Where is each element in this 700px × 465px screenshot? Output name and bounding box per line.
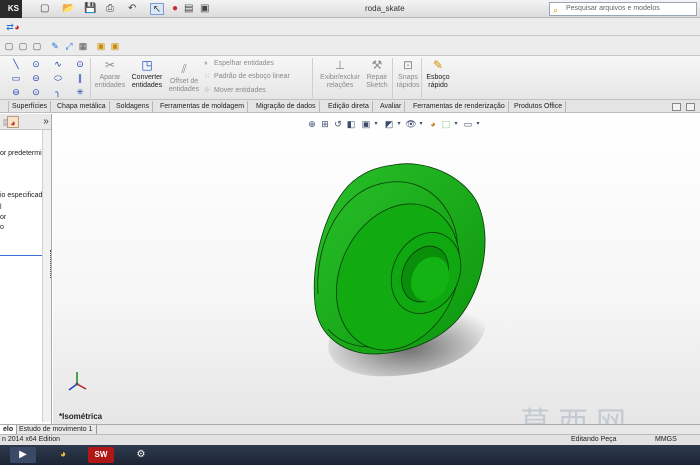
circle-icon[interactable]: ⊙ [30, 59, 42, 69]
document-title: roda_skate [365, 4, 405, 13]
offset-icon: ⫽ [181, 62, 187, 76]
tab-hidden-left[interactable] [0, 101, 9, 113]
close-window-button[interactable] [686, 103, 695, 111]
tool-icon-6[interactable]: ▦ [77, 40, 89, 52]
os-taskbar: ▶ ◕ SW ⚙ [0, 445, 700, 465]
sketch-icon[interactable]: ✎ [49, 40, 61, 52]
panel-more-tabs[interactable]: » [40, 116, 52, 128]
rapid-sketch-icon: ✎ [432, 58, 444, 72]
display-relations-button[interactable]: ⊥ Exibir/excluir relações [316, 58, 364, 90]
tab-data-migration[interactable]: Migração de dados [253, 101, 320, 113]
trim-entities-button[interactable]: ✂ Aparar entidades [92, 58, 128, 90]
slot-icon[interactable]: ⊖ [10, 87, 22, 97]
snaps-icon: ⊡ [402, 58, 414, 72]
status-mode: Editando Peça [571, 436, 617, 443]
status-edition: n 2014 x64 Edition [2, 436, 60, 443]
feature-manager-panel: ▤ ◕ » or predetermina io especificado> l… [0, 114, 52, 424]
rebuild-traffic-light-icon[interactable]: ● [172, 3, 178, 15]
graphics-area[interactable]: ⊕ ⊞ ↺ ◧ ▣ ▾ ◩ ▾ 👁 ▾ ◕ ⬚ ▾ ▭ ▾ *Isométric… [53, 114, 700, 424]
tool-icon-8[interactable]: ▣ [109, 40, 121, 52]
restore-window-button[interactable] [672, 103, 681, 111]
tertiary-toolbar: ▢ ▢ ▢ ✎ ⤢ ▦ ▣ ▣ [0, 36, 700, 56]
move-entities-button[interactable]: ⊹ Mover entidades [204, 86, 266, 96]
point-icon[interactable]: ⊙ [74, 59, 86, 69]
text-icon[interactable]: ✳ [74, 87, 86, 97]
chrome-style-icon[interactable]: ◕ [11, 21, 23, 33]
arc-icon[interactable]: ⊝ [30, 73, 42, 83]
tool-icon-3[interactable]: ▢ [31, 40, 43, 52]
title-bar: KS ▢ 📂 💾 ⎙ ↶ ↖ ● ▤ ▣ roda_skate ⌕ Pesqui… [0, 0, 700, 18]
tab-sheet-metal[interactable]: Chapa metálica [54, 101, 110, 113]
trim-icon: ✂ [104, 58, 116, 72]
open-folder-icon[interactable]: 📂 [62, 3, 74, 15]
spline-icon[interactable]: ∿ [52, 59, 64, 69]
tab-office-products[interactable]: Produtos Office [511, 101, 567, 113]
tree-item-plane-2[interactable]: or [0, 214, 6, 221]
tab-direct-editing[interactable]: Edição direta [325, 101, 373, 113]
secondary-toolbar: ⇄ ◕ [0, 18, 700, 36]
tab-mold-tools[interactable]: Ferramentas de moldagem [157, 101, 249, 113]
repair-icon: ⚒ [371, 58, 383, 72]
polygon-icon[interactable]: ⊙ [30, 87, 42, 97]
ellipse-icon[interactable]: ⬭ [52, 73, 64, 83]
view-orientation-label: *Isométrica [59, 412, 103, 421]
tree-item-origin[interactable]: o [0, 224, 4, 231]
rectangle-icon[interactable]: ▭ [10, 73, 22, 83]
display-manager-icon[interactable]: ◕ [7, 116, 19, 128]
panel-tab-header: ▤ ◕ » [0, 114, 51, 130]
tab-evaluate[interactable]: Avaliar [377, 101, 406, 113]
line-icon[interactable]: ╲ [10, 59, 22, 69]
repair-sketch-button[interactable]: ⚒ Repair Sketch [362, 58, 392, 90]
select-cursor-icon[interactable]: ↖ [150, 3, 164, 15]
tree-item-plane-1[interactable]: l [0, 204, 2, 211]
smart-dimension-icon[interactable]: ⤢ [63, 40, 75, 52]
tab-render-tools[interactable]: Ferramentas de renderização [410, 101, 509, 113]
print-icon[interactable]: ⎙ [106, 3, 114, 15]
relations-icon: ⊥ [334, 58, 346, 72]
rapid-sketch-button[interactable]: ✎ Esboço rápido [423, 58, 453, 90]
new-document-icon[interactable]: ▢ [40, 3, 49, 15]
tool-icon-2[interactable]: ▢ [17, 40, 29, 52]
status-units[interactable]: MMGS [655, 435, 677, 445]
centerline-icon[interactable]: ∥ [74, 73, 86, 83]
axis-triad [68, 372, 87, 391]
save-icon[interactable]: 💾 [84, 3, 96, 15]
bottom-tab-strip: elo Estudo de movimento 1 [0, 424, 700, 434]
tool-icon-1[interactable]: ▢ [3, 40, 15, 52]
convert-entities-button[interactable]: ◳ Converter entidades [128, 58, 166, 90]
search-icon: ⌕ [553, 5, 559, 15]
tool-icon-7[interactable]: ▣ [95, 40, 107, 52]
tab-surfaces[interactable]: Superfícies [9, 101, 52, 113]
app-logo[interactable]: KS [0, 0, 22, 18]
app-taskbar-icon[interactable]: ⚙ [128, 447, 154, 463]
offset-entities-button[interactable]: ⫽ Offset de entidades [166, 62, 202, 94]
tab-weldments[interactable]: Soldagens [113, 101, 154, 113]
chrome-icon[interactable]: ◕ [50, 447, 76, 463]
search-input[interactable]: ⌕ Pesquisar arquivos e modelos [549, 2, 697, 16]
file-properties-icon[interactable]: ▤ [184, 3, 193, 15]
command-tabs: Superfícies Chapa metálica Soldagens Fer… [0, 100, 700, 113]
quick-snaps-button[interactable]: ⊡ Snaps rápidos [394, 58, 422, 90]
convert-icon: ◳ [141, 58, 153, 72]
model-canvas[interactable] [53, 114, 700, 424]
linear-sketch-pattern-button[interactable]: ⁙ Padrão de esboço linear [204, 72, 290, 82]
media-player-icon[interactable]: ▶ [10, 447, 36, 463]
search-placeholder: Pesquisar arquivos e modelos [566, 5, 660, 12]
fillet-icon[interactable]: ╮ [52, 87, 64, 97]
options-icon[interactable]: ▣ [200, 3, 209, 15]
status-bar: n 2014 x64 Edition Editando Peça MMGS [0, 434, 700, 445]
solidworks-taskbar-icon[interactable]: SW [88, 447, 114, 463]
undo-icon[interactable]: ↶ [128, 3, 136, 15]
mirror-entities-button[interactable]: ⏸ Espelhar entidades [204, 59, 274, 69]
tab-motion-study[interactable]: Estudo de movimento 1 [16, 425, 97, 434]
tab-model[interactable]: elo [0, 425, 18, 434]
